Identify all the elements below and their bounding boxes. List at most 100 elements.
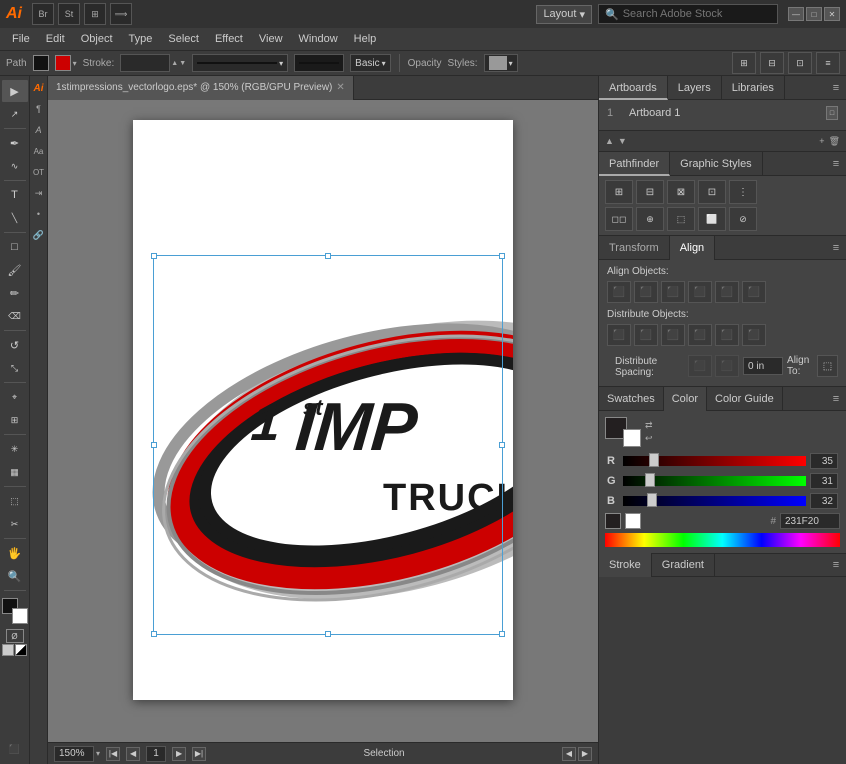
slice-tool[interactable]: ✂ — [2, 513, 28, 535]
artboard-add-button[interactable]: + — [819, 136, 824, 147]
float-char-icon[interactable]: A — [31, 120, 47, 140]
layout-mode-icon[interactable]: ⊞ — [84, 3, 106, 25]
distribute-button[interactable]: ⊟ — [760, 52, 784, 74]
dist-left-edges[interactable]: ⬛ — [607, 324, 631, 346]
float-link-icon[interactable]: 🔗 — [31, 225, 47, 245]
b-slider-thumb[interactable] — [647, 493, 657, 507]
page-number-input[interactable] — [146, 746, 166, 762]
selection-tool[interactable]: ▶ — [2, 80, 28, 102]
column-graph-tool[interactable]: ▦ — [2, 461, 28, 483]
color-mode-icon[interactable] — [2, 644, 14, 656]
rectangle-tool[interactable]: □ — [2, 236, 28, 258]
scroll-left-button[interactable]: ◀ — [562, 747, 576, 761]
artboard-page-icon[interactable]: □ — [826, 106, 838, 120]
change-screen-mode[interactable]: ⬛ — [2, 738, 28, 760]
rotate-tool[interactable]: ↺ — [2, 334, 28, 356]
pathfinder-divide[interactable]: ⋮ — [729, 180, 757, 204]
line-tool[interactable]: ╲ — [2, 207, 28, 229]
tab-transform[interactable]: Transform — [599, 236, 670, 260]
stroke-up-arrow[interactable]: ▲ — [171, 60, 178, 67]
scroll-right-button[interactable]: ▶ — [578, 747, 592, 761]
direct-selection-tool[interactable]: ↗ — [2, 103, 28, 125]
hex-value-input[interactable] — [780, 513, 840, 529]
transform-button[interactable]: ⊡ — [788, 52, 812, 74]
pathfinder-panel-menu[interactable]: ≡ — [826, 152, 846, 176]
menu-object[interactable]: Object — [73, 28, 121, 50]
float-bullet-icon[interactable]: • — [31, 204, 47, 224]
document-tab[interactable]: 1stimpressions_vectorlogo.eps* @ 150% (R… — [48, 76, 354, 100]
gradient-mode-icon[interactable] — [15, 644, 27, 656]
pathfinder-merge[interactable]: ⊕ — [636, 207, 664, 231]
pathfinder-outline[interactable]: ⬜ — [698, 207, 726, 231]
float-opentype-icon[interactable]: OT — [31, 162, 47, 182]
float-glyph-icon[interactable]: Aa — [31, 141, 47, 161]
small-fg-swatch[interactable] — [605, 513, 621, 529]
tab-stroke[interactable]: Stroke — [599, 553, 652, 577]
tab-color[interactable]: Color — [664, 387, 707, 411]
gradient-panel-menu[interactable]: ≡ — [826, 553, 846, 577]
bridge-icon[interactable]: Br — [32, 3, 54, 25]
stroke-basic-dropdown[interactable]: Basic ▾ — [350, 54, 390, 72]
scale-tool[interactable]: ⤡ — [2, 357, 28, 379]
small-bg-swatch[interactable] — [625, 513, 641, 529]
none-fill-icon[interactable]: Ø — [6, 629, 24, 643]
eraser-tool[interactable]: ⌫ — [2, 305, 28, 327]
g-slider-track[interactable] — [623, 476, 806, 486]
close-button[interactable]: ✕ — [824, 7, 840, 21]
tab-color-guide[interactable]: Color Guide — [707, 387, 783, 411]
artboards-panel-menu[interactable]: ≡ — [826, 76, 846, 100]
pathfinder-intersect[interactable]: ⊠ — [667, 180, 695, 204]
pen-tool[interactable]: ✒ — [2, 132, 28, 154]
arrange-icon[interactable]: ⟹ — [110, 3, 132, 25]
r-slider-thumb[interactable] — [649, 453, 659, 467]
zoom-dropdown-arrow[interactable]: ▾ — [96, 749, 100, 758]
dist-vert-spacing[interactable]: ⬛ — [715, 355, 739, 377]
fill-swatch[interactable] — [33, 55, 49, 71]
align-horizontal-center[interactable]: ⬛ — [634, 281, 658, 303]
swap-colors-button[interactable]: ⇄ — [645, 420, 653, 431]
align-left-edges[interactable]: ⬛ — [607, 281, 631, 303]
g-value-input[interactable] — [810, 473, 838, 489]
menu-window[interactable]: Window — [291, 28, 346, 50]
artboard-delete-button[interactable]: 🗑 — [829, 136, 840, 147]
paintbrush-tool[interactable]: 🖌 — [2, 259, 28, 281]
more-options-button[interactable]: ≡ — [816, 52, 840, 74]
type-tool[interactable]: T — [2, 184, 28, 206]
pencil-tool[interactable]: ✏ — [2, 282, 28, 304]
align-top-edges[interactable]: ⬛ — [688, 281, 712, 303]
menu-file[interactable]: File — [4, 28, 38, 50]
tab-libraries[interactable]: Libraries — [722, 76, 785, 100]
stroke-style-dropdown[interactable]: ▾ — [192, 54, 288, 72]
align-to-button[interactable]: ⬚ — [817, 355, 838, 377]
prev-page-button[interactable]: ◀ — [126, 747, 140, 761]
g-slider-thumb[interactable] — [645, 473, 655, 487]
menu-select[interactable]: Select — [160, 28, 207, 50]
align-bottom-edges[interactable]: ⬛ — [742, 281, 766, 303]
align-panel-button[interactable]: ⊞ — [732, 52, 756, 74]
pathfinder-unite[interactable]: ⊞ — [605, 180, 633, 204]
menu-view[interactable]: View — [251, 28, 291, 50]
align-panel-menu[interactable]: ≡ — [826, 236, 846, 260]
menu-help[interactable]: Help — [346, 28, 385, 50]
distribute-spacing-value[interactable] — [743, 357, 783, 375]
align-vertical-center[interactable]: ⬛ — [715, 281, 739, 303]
minimize-button[interactable]: — — [788, 7, 804, 21]
layout-button[interactable]: Layout ▾ — [536, 5, 592, 24]
menu-edit[interactable]: Edit — [38, 28, 73, 50]
float-para-icon[interactable]: ¶ — [31, 99, 47, 119]
pathfinder-exclude[interactable]: ⊡ — [698, 180, 726, 204]
stroke-value[interactable] — [120, 54, 170, 72]
color-spectrum[interactable] — [605, 533, 840, 547]
reset-colors-button[interactable]: ↩ — [645, 433, 653, 444]
dist-top-edges[interactable]: ⬛ — [688, 324, 712, 346]
stock-icon[interactable]: St — [58, 3, 80, 25]
last-page-button[interactable]: ▶| — [192, 747, 206, 761]
stroke-color-swatch[interactable] — [55, 55, 71, 71]
artboard-move-up[interactable]: ▲ — [605, 136, 614, 146]
tab-pathfinder[interactable]: Pathfinder — [599, 152, 670, 176]
symbol-sprayer-tool[interactable]: ✳ — [2, 438, 28, 460]
r-slider-track[interactable] — [623, 456, 806, 466]
artboard-tool[interactable]: ⬚ — [2, 490, 28, 512]
warp-tool[interactable]: ⌖ — [2, 386, 28, 408]
b-value-input[interactable] — [810, 493, 838, 509]
